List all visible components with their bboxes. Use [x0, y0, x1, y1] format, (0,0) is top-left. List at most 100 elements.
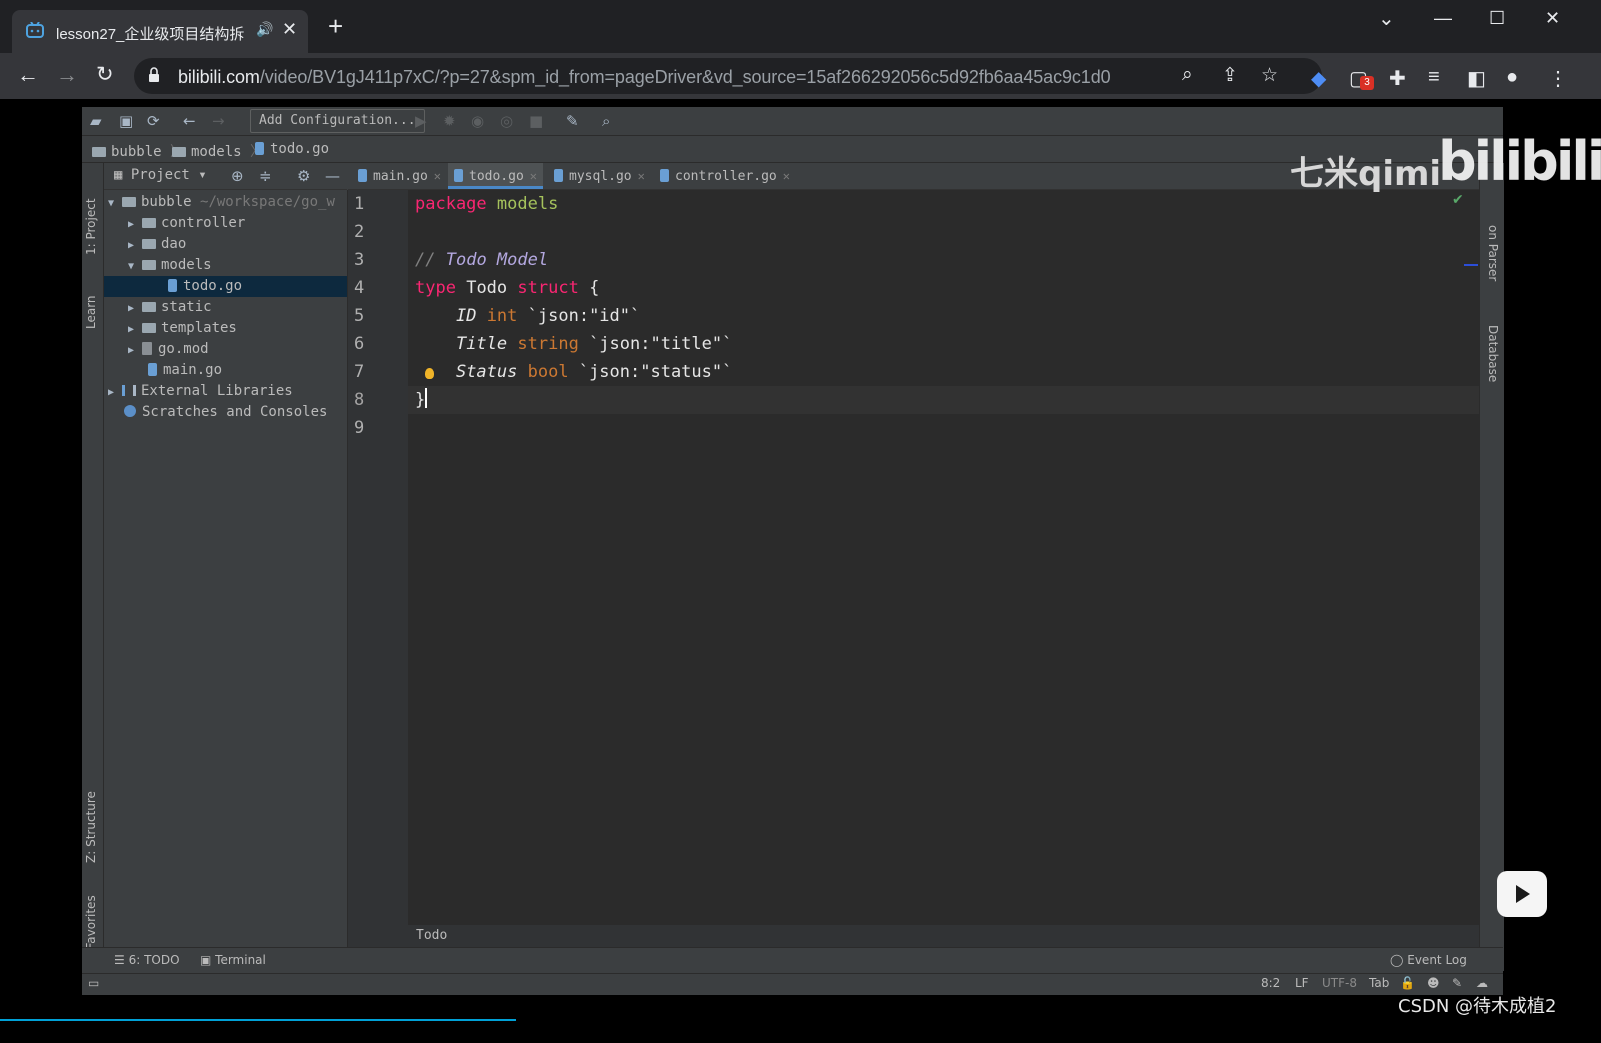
- breadcrumb-todo-go[interactable]: todo.go: [255, 141, 329, 157]
- code-line-1: package models: [415, 194, 559, 214]
- tree-item-scratches[interactable]: Scratches and Consoles: [124, 402, 327, 423]
- tab-main-go[interactable]: main.go ✕: [352, 163, 447, 189]
- tree-item-static[interactable]: ▶ static: [128, 297, 212, 318]
- library-icon: [122, 385, 136, 396]
- caret-position[interactable]: 8:2: [1261, 976, 1280, 990]
- tab-search-chevron-icon[interactable]: ⌄: [1378, 6, 1395, 31]
- project-view-selector[interactable]: ▦ Project ▾: [114, 167, 207, 183]
- lock-icon[interactable]: 🔓: [1400, 976, 1415, 990]
- forward-icon[interactable]: →: [212, 112, 225, 130]
- new-tab-button[interactable]: +: [328, 13, 343, 39]
- address-bar[interactable]: bilibili.com/video/BV1gJ411p7xC/?p=27&sp…: [134, 58, 1322, 94]
- inspection-ok-icon[interactable]: ✔: [1452, 192, 1464, 208]
- extension-shield-icon[interactable]: ◆: [1311, 66, 1326, 91]
- breadcrumb-models[interactable]: models 〉: [172, 141, 264, 161]
- tree-item-main-go[interactable]: main.go: [148, 360, 222, 381]
- lightbulb-icon[interactable]: [425, 368, 434, 379]
- line-number: 9: [354, 418, 365, 438]
- csdn-watermark: CSDN @待木成植2: [1398, 996, 1557, 1017]
- bilibili-favicon-icon: [26, 22, 44, 38]
- gear-icon[interactable]: ⚙: [297, 167, 310, 185]
- video-progress-bar[interactable]: [0, 1019, 516, 1021]
- code-editor[interactable]: package models // Todo Model type Todo s…: [408, 190, 1479, 925]
- learn-tool-button[interactable]: Learn: [84, 295, 98, 329]
- notifications-icon[interactable]: ☁: [1476, 976, 1488, 990]
- browser-menu-icon[interactable]: ⋮: [1548, 66, 1568, 91]
- folder-icon: [142, 323, 156, 333]
- hide-panel-icon[interactable]: —: [325, 167, 340, 185]
- tree-item-go-mod[interactable]: ▶ go.mod: [128, 339, 209, 360]
- tree-item-controller[interactable]: ▶ controller: [128, 213, 245, 234]
- bilibili-logo: bilibili: [1438, 130, 1601, 193]
- tab-title: lesson27_企业级项目结构拆: [56, 26, 245, 43]
- sync-icon[interactable]: ⟳: [147, 112, 160, 130]
- run-icon[interactable]: ▶: [415, 112, 427, 130]
- coverage-icon[interactable]: ◉: [471, 112, 484, 130]
- go-file-icon: [660, 169, 669, 182]
- zoom-icon[interactable]: ⌕: [1182, 64, 1193, 86]
- folder-icon: [142, 302, 156, 312]
- close-tab-icon[interactable]: ✕: [282, 19, 297, 40]
- wrench-icon[interactable]: ✎: [566, 112, 579, 130]
- todo-tool-button[interactable]: ☰ 6: TODO: [114, 953, 180, 967]
- locate-icon[interactable]: ⊕: [231, 167, 244, 185]
- panel-toggle-icon[interactable]: ▭: [88, 976, 99, 990]
- close-window-button[interactable]: ✕: [1545, 8, 1560, 29]
- line-separator[interactable]: LF: [1295, 976, 1309, 990]
- tree-item-external-libraries[interactable]: ▶ External Libraries: [108, 381, 293, 402]
- browser-tab[interactable]: lesson27_企业级项目结构拆 🔊 ✕: [12, 10, 308, 53]
- search-icon[interactable]: ⌕: [602, 112, 610, 130]
- left-tool-strip: 1: Project Learn Z: Structure 2: Favorit…: [82, 163, 104, 971]
- structure-tool-button[interactable]: Z: Structure: [84, 791, 98, 863]
- forward-arrow-icon[interactable]: →: [56, 62, 78, 88]
- tree-item-templates[interactable]: ▶ templates: [128, 318, 237, 339]
- inspector-icon[interactable]: ☻: [1427, 976, 1440, 990]
- stop-icon[interactable]: ■: [529, 112, 543, 130]
- profile-avatar-icon[interactable]: ●: [1506, 66, 1518, 89]
- save-icon[interactable]: ▣: [119, 112, 133, 130]
- file-encoding[interactable]: UTF-8: [1322, 976, 1357, 990]
- tree-item-dao[interactable]: ▶ dao: [128, 234, 186, 255]
- bookmark-star-icon[interactable]: ☆: [1261, 64, 1278, 87]
- play-icon: [1516, 885, 1530, 903]
- extensions-puzzle-icon[interactable]: ✚: [1389, 66, 1406, 91]
- add-configuration-button[interactable]: Add Configuration...: [250, 109, 425, 133]
- back-icon[interactable]: ←: [183, 112, 196, 130]
- close-icon[interactable]: ✕: [434, 169, 441, 183]
- debug-icon[interactable]: ✹: [443, 112, 456, 130]
- line-number: 3: [354, 250, 365, 270]
- speaker-icon[interactable]: 🔊: [256, 21, 273, 38]
- tree-item-models[interactable]: ▼ models: [128, 255, 212, 276]
- tab-todo-go[interactable]: todo.go ✕: [448, 163, 544, 189]
- profile-icon[interactable]: ◎: [500, 112, 513, 130]
- breadcrumb-bubble[interactable]: bubble 〉: [92, 141, 184, 161]
- tab-controller-go[interactable]: controller.go ✕: [654, 163, 796, 189]
- maximize-button[interactable]: ☐: [1489, 8, 1505, 29]
- share-icon[interactable]: ⇪: [1222, 64, 1238, 87]
- terminal-tool-button[interactable]: ▣ Terminal: [200, 953, 266, 967]
- play-button[interactable]: [1497, 871, 1547, 917]
- open-folder-icon[interactable]: ▰: [90, 112, 102, 130]
- database-tool-button[interactable]: Database: [1486, 325, 1500, 382]
- tree-item-todo-go[interactable]: todo.go: [104, 276, 347, 297]
- json-parser-tool-button[interactable]: on Parser: [1486, 225, 1500, 281]
- code-line-7: Status bool `json:"status"`: [455, 362, 733, 382]
- minimize-button[interactable]: —: [1434, 8, 1452, 29]
- footer-symbol[interactable]: Todo: [416, 925, 447, 947]
- close-icon[interactable]: ✕: [530, 169, 537, 183]
- tab-mysql-go[interactable]: mysql.go ✕: [548, 163, 651, 189]
- wrench-icon[interactable]: ✎: [1452, 976, 1462, 990]
- event-log-button[interactable]: ◯ Event Log: [1390, 953, 1467, 967]
- reload-icon[interactable]: ↻: [96, 62, 114, 87]
- close-icon[interactable]: ✕: [638, 169, 645, 183]
- code-line-5: ID int `json:"id"`: [455, 306, 641, 326]
- indent-setting[interactable]: Tab: [1369, 976, 1389, 990]
- project-tool-button[interactable]: 1: Project: [84, 198, 98, 255]
- close-icon[interactable]: ✕: [783, 169, 790, 183]
- media-control-icon[interactable]: ≡: [1428, 66, 1440, 89]
- back-arrow-icon[interactable]: ←: [17, 62, 39, 88]
- collapse-all-icon[interactable]: ≑: [259, 167, 272, 185]
- go-file-icon: [358, 169, 367, 182]
- side-panel-icon[interactable]: ◧: [1467, 66, 1486, 91]
- tree-item-bubble[interactable]: ▼ bubble ~/workspace/go_w: [108, 192, 335, 213]
